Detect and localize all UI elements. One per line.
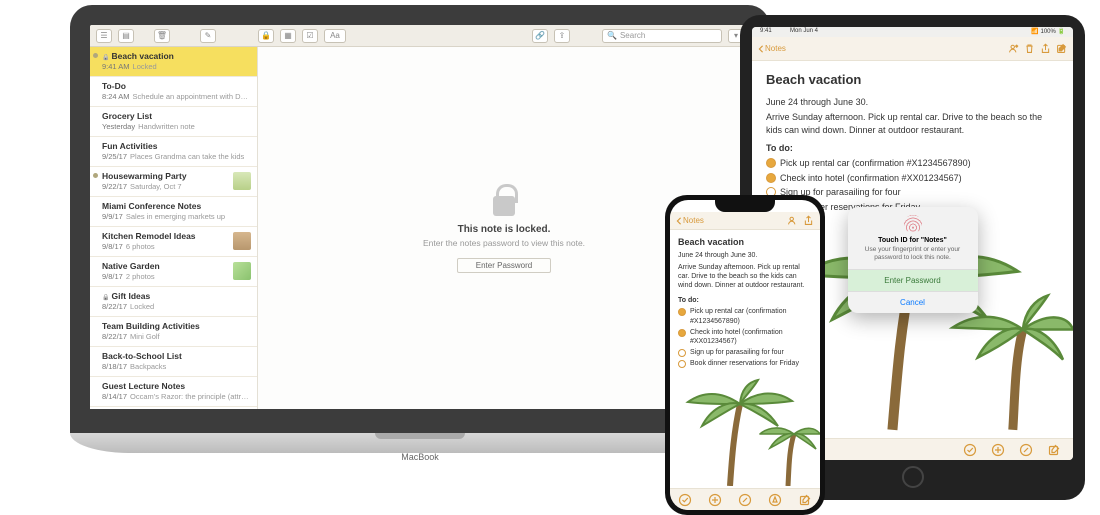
back-button[interactable]: Notes [676,216,704,225]
sketch-icon[interactable] [738,493,752,507]
todo-checkbox[interactable] [678,349,686,357]
compose-new-icon[interactable] [1047,443,1061,457]
todo-header: To do: [678,296,812,305]
todo-text: Pick up rental car (confirmation #X12345… [690,307,812,326]
ipad-status-bar: 9:41 Mon Jun 4 📶 100% 🔋 [752,27,1073,37]
table-icon[interactable]: ▦ [280,29,296,43]
trash-icon[interactable]: 🗑 [154,29,170,43]
compose-new-icon[interactable] [798,493,812,507]
share-mac-icon[interactable]: ⇪ [554,29,570,43]
note-list-item[interactable]: Miami Conference Notes 9/9/17Sales in em… [90,197,257,227]
note-title: Beach vacation [678,236,812,248]
note-list-item[interactable]: Grocery List YesterdayHandwritten note [90,107,257,137]
mac-toolbar: ☰ ▤ 🗑 ✎ 🔒 ▦ ☑ Aa 🔗 ⇪ 🔍 Search ▾ [90,25,750,47]
cancel-button[interactable]: Cancel [848,291,978,313]
note-thumbnail [233,262,251,280]
ipad-header: Notes [752,37,1073,61]
search-icon: 🔍 [607,31,617,40]
back-button[interactable]: Notes [758,44,786,53]
checklist-icon[interactable] [678,493,692,507]
todo-text: Sign up for parasailing for four [690,348,784,357]
sidebar-toggle-icon[interactable]: ☰ [96,29,112,43]
todo-checkbox[interactable] [678,308,686,316]
home-button[interactable] [902,466,924,488]
checklist-icon[interactable]: ☑ [302,29,318,43]
lock-icon [490,184,518,216]
markup-icon[interactable] [768,493,782,507]
back-label: Notes [765,44,786,53]
enter-password-button[interactable]: Enter Password [457,258,551,273]
add-people-icon[interactable] [1007,43,1019,55]
note-text: Arrive Sunday afternoon. Pick up rental … [678,263,812,291]
todo-item[interactable]: Book dinner reservations for Friday [678,359,812,368]
trash-icon[interactable] [1023,43,1035,55]
note-title: Beach vacation [766,71,1059,90]
sketch-icon[interactable] [1019,443,1033,457]
camera-icon[interactable] [991,443,1005,457]
enter-password-button[interactable]: Enter Password [848,269,978,291]
todo-text: Check into hotel (confirmation #XX012345… [690,328,812,347]
note-body: Beach vacation June 24 through June 30. … [670,230,820,376]
back-label: Notes [683,216,704,225]
iphone-bottom-toolbar [670,488,820,510]
note-list-item[interactable]: Summer Reading 8/5/17Goal: Read one book… [90,407,257,409]
touchid-subtitle: Use your fingerprint or enter your passw… [848,244,978,269]
note-thumbnail [233,232,251,250]
note-list-item[interactable]: Guest Lecture Notes 8/14/17Occam's Razor… [90,377,257,407]
note-text: Arrive Sunday afternoon. Pick up rental … [766,111,1059,137]
note-thumbnail [233,172,251,190]
todo-item[interactable]: Check into hotel (confirmation #XX012345… [678,328,812,347]
note-list-item[interactable]: Back-to-School List 8/18/17Backpacks [90,347,257,377]
todo-text: Check into hotel (confirmation #XX012345… [780,172,962,185]
notes-sidebar: Beach vacation 9:41 AMLockedTo-Do 8:24 A… [90,47,258,409]
macbook-label: MacBook [401,452,439,462]
note-list-item[interactable]: Housewarming Party 9/22/17Saturday, Oct … [90,167,257,197]
camera-icon[interactable] [708,493,722,507]
todo-text: Pick up rental car (confirmation #X12345… [780,157,971,170]
todo-item[interactable]: Check into hotel (confirmation #XX012345… [766,172,1059,185]
search-input[interactable]: 🔍 Search [602,29,722,43]
fingerprint-icon [904,215,922,233]
note-list-item[interactable]: Native Garden 9/8/172 photos [90,257,257,287]
todo-checkbox[interactable] [766,158,776,168]
iphone-header: Notes [670,212,820,230]
note-list-item[interactable]: To-Do 8:24 AMSchedule an appointment wit… [90,77,257,107]
lock-toolbar-icon[interactable]: 🔒 [258,29,274,43]
todo-item[interactable]: Pick up rental car (confirmation #X12345… [678,307,812,326]
touchid-dialog: Touch ID for "Notes" Use your fingerprin… [848,207,978,313]
share-icon[interactable] [802,215,814,227]
todo-checkbox[interactable] [766,173,776,183]
todo-header: To do: [766,142,1059,155]
note-list-item[interactable]: Team Building Activities 8/22/17Mini Gol… [90,317,257,347]
attach-icon[interactable]: 🔗 [532,29,548,43]
list-view-icon[interactable]: ▤ [118,29,134,43]
compose-icon[interactable] [1055,43,1067,55]
sketch-area[interactable] [670,376,820,486]
todo-checkbox[interactable] [678,329,686,337]
format-icon[interactable]: Aa [324,29,346,43]
note-list-item[interactable]: Kitchen Remodel Ideas 9/8/176 photos [90,227,257,257]
compose-icon[interactable]: ✎ [200,29,216,43]
checklist-icon[interactable] [963,443,977,457]
todo-text: Book dinner reservations for Friday [690,359,799,368]
todo-checkbox[interactable] [678,360,686,368]
touchid-title: Touch ID for "Notes" [848,237,978,244]
note-list-item[interactable]: Beach vacation 9:41 AMLocked [90,47,257,77]
note-list-item[interactable]: Fun Activities 9/25/17Places Grandma can… [90,137,257,167]
note-dates: June 24 through June 30. [766,96,1059,109]
search-placeholder: Search [620,31,645,40]
todo-item[interactable]: Pick up rental car (confirmation #X12345… [766,157,1059,170]
locked-title: This note is locked. [458,224,551,235]
locked-subtitle: Enter the notes password to view this no… [423,238,585,248]
add-people-icon[interactable] [786,215,798,227]
todo-item[interactable]: Sign up for parasailing for four [678,348,812,357]
share-icon[interactable] [1039,43,1051,55]
note-dates: June 24 through June 30. [678,251,812,260]
iphone-device: Notes Beach vacation June 24 through Jun… [665,195,825,515]
note-list-item[interactable]: Gift Ideas 8/22/17Locked [90,287,257,317]
